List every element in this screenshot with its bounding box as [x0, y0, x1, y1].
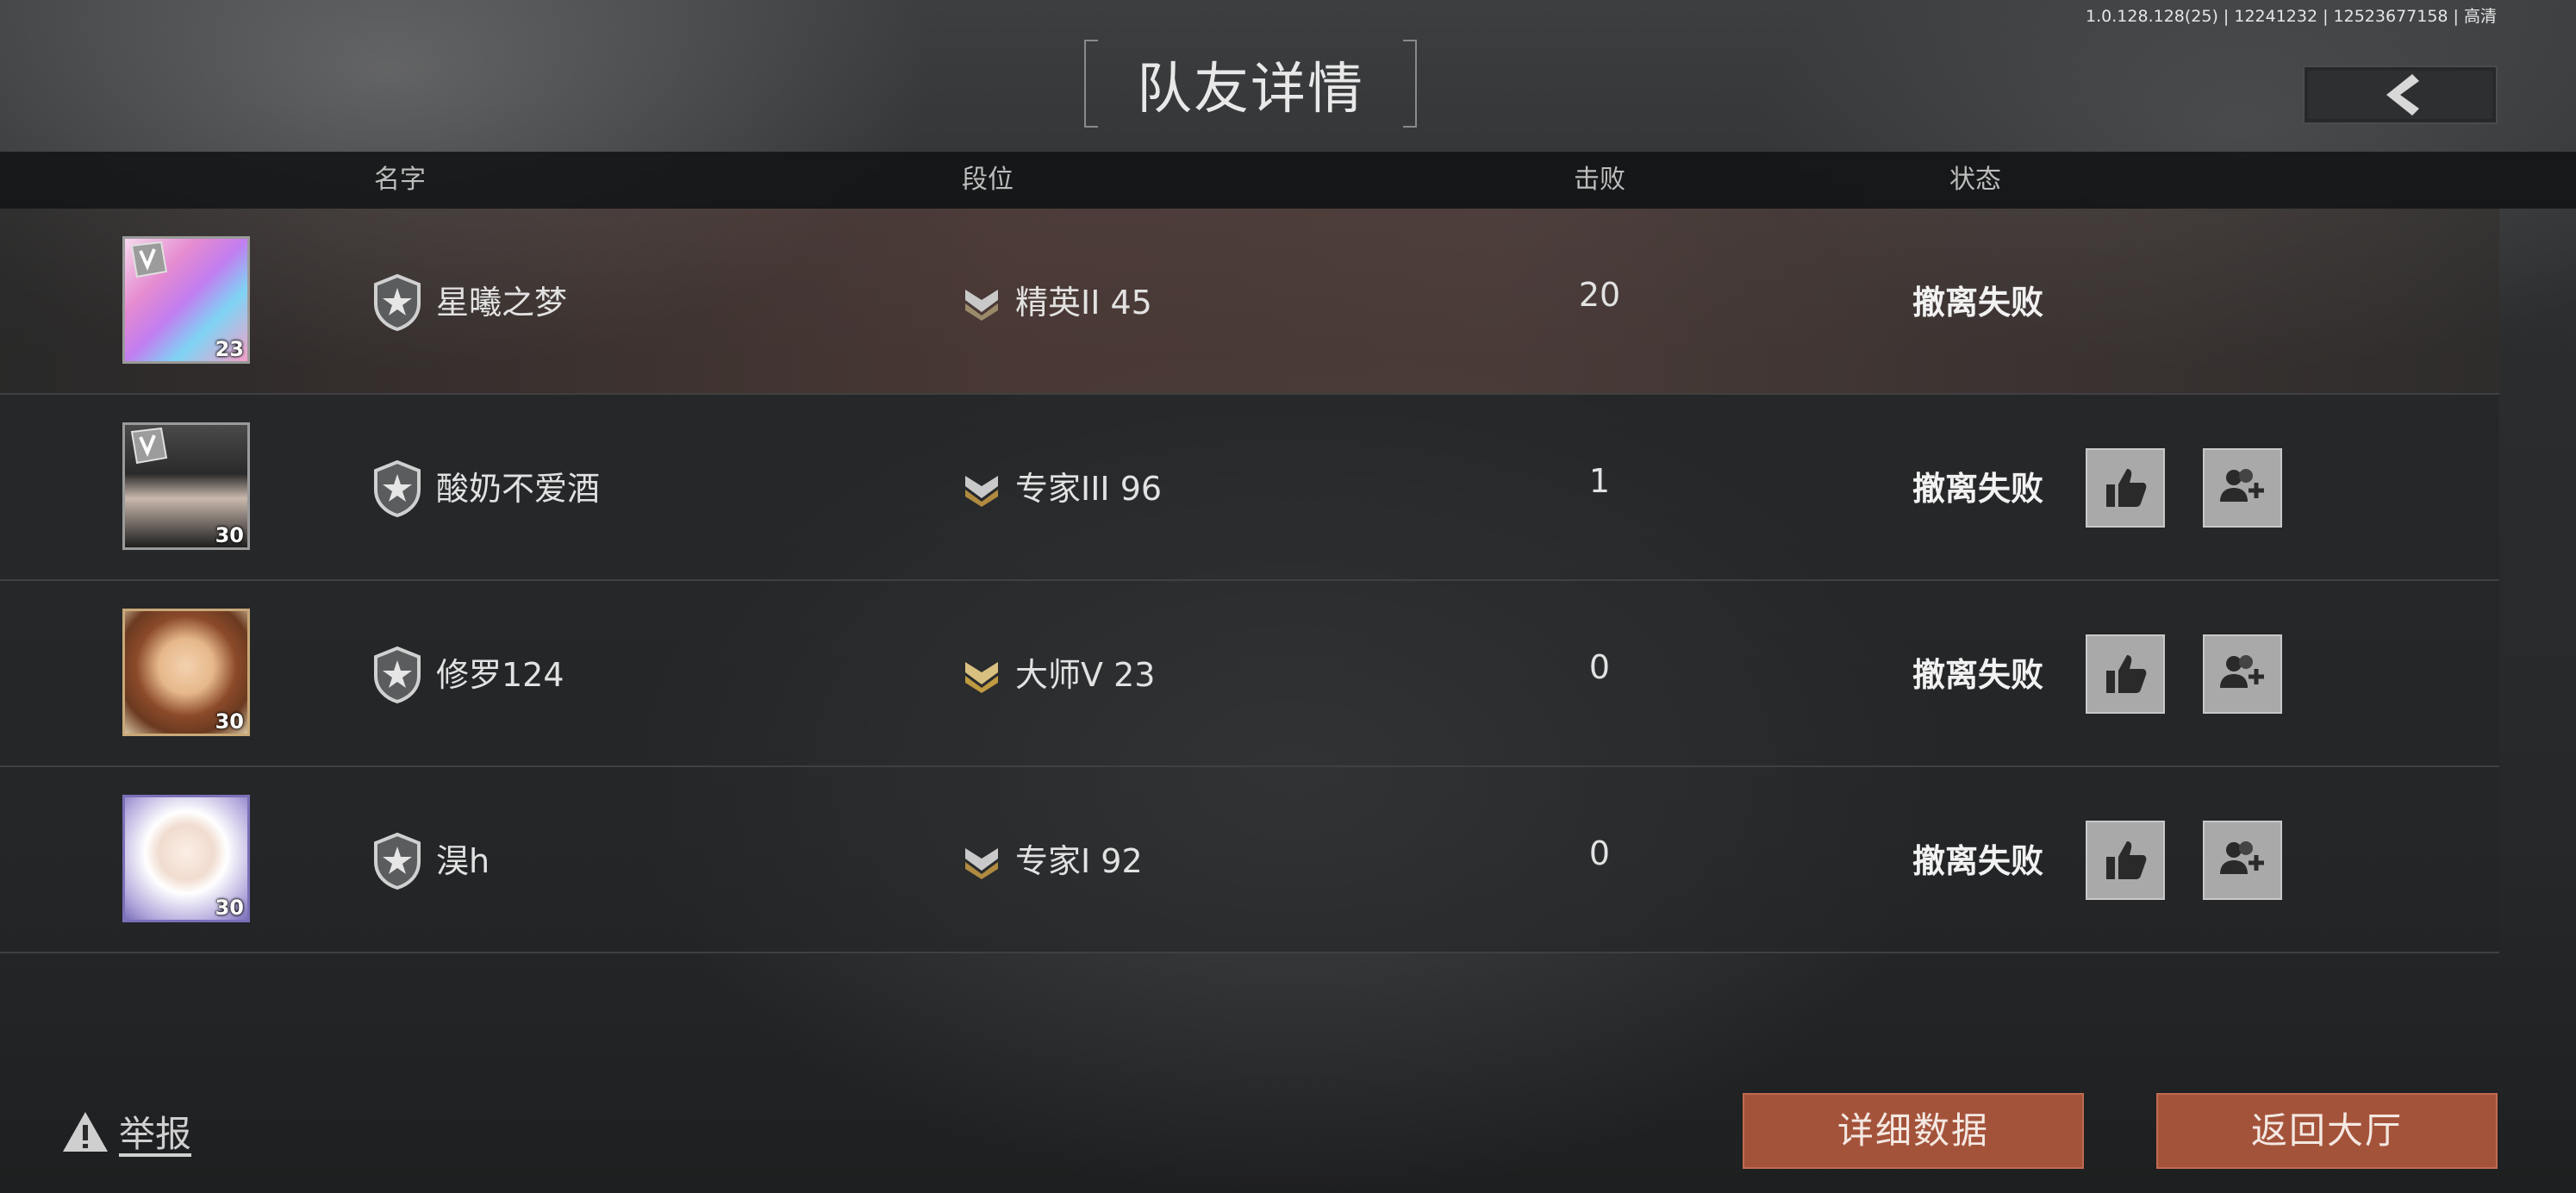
rank-chevron-icon — [965, 476, 998, 507]
table-row: 30 酸奶不爱酒 专家III 96 1 撤离失败 — [0, 395, 2499, 581]
avatar-level: 23 — [215, 337, 244, 361]
like-button[interactable] — [2086, 448, 2165, 528]
add-friend-button[interactable] — [2203, 634, 2282, 714]
add-friend-icon — [2220, 469, 2264, 502]
table-row: 23 星曦之梦 精英II 45 20 撤离失败 — [0, 209, 2499, 395]
back-button[interactable] — [2303, 66, 2498, 124]
like-button[interactable] — [2086, 634, 2165, 714]
like-button[interactable] — [2086, 821, 2165, 900]
avatar[interactable]: 30 — [122, 609, 250, 736]
star-shield-icon — [374, 646, 421, 703]
column-header-name: 名字 — [374, 165, 426, 195]
add-friend-button[interactable] — [2203, 448, 2282, 528]
player-rank: 专家III 96 — [1015, 470, 1163, 508]
avatar-level: 30 — [215, 523, 244, 547]
chevron-left-icon — [2386, 74, 2419, 116]
player-kills: 1 — [1588, 462, 1611, 500]
thumbs-up-icon — [2106, 655, 2147, 693]
column-header-kills: 击败 — [1574, 165, 1625, 195]
player-name[interactable]: 修罗124 — [436, 648, 564, 696]
star-shield-icon — [374, 460, 421, 517]
thumbs-up-icon — [2106, 841, 2147, 879]
add-friend-icon — [2220, 655, 2264, 688]
player-kills: 0 — [1588, 648, 1611, 686]
vip-badge-icon — [130, 240, 168, 278]
title-frame: 队友详情 — [1084, 40, 1417, 128]
player-kills: 0 — [1588, 834, 1611, 872]
star-shield-icon — [374, 833, 421, 890]
column-header-status: 状态 — [1949, 165, 2001, 195]
player-name[interactable]: 淏h — [436, 834, 490, 882]
player-rank: 专家I 92 — [1015, 842, 1143, 880]
avatar-level: 30 — [215, 896, 244, 920]
player-name[interactable]: 酸奶不爱酒 — [436, 462, 600, 509]
player-status: 撤离失败 — [1912, 470, 2043, 508]
column-header-rank: 段位 — [962, 165, 1014, 195]
return-lobby-button[interactable]: 返回大厅 — [2156, 1093, 2498, 1169]
vip-badge-icon — [130, 427, 168, 465]
player-kills: 20 — [1578, 276, 1621, 314]
player-status: 撤离失败 — [1912, 656, 2043, 694]
page-title: 队友详情 — [1137, 58, 1364, 122]
avatar-level: 30 — [215, 709, 244, 734]
detail-data-button[interactable]: 详细数据 — [1743, 1093, 2084, 1169]
table-row: 30 淏h 专家I 92 0 撤离失败 — [0, 767, 2499, 953]
thumbs-up-icon — [2106, 469, 2147, 507]
star-shield-icon — [374, 274, 421, 331]
add-friend-icon — [2220, 841, 2264, 874]
player-rank: 大师V 23 — [1015, 656, 1156, 694]
table-header: 名字 段位 击败 状态 — [0, 152, 2576, 209]
avatar[interactable]: 30 — [122, 795, 250, 922]
player-rank: 精英II 45 — [1015, 284, 1152, 322]
report-label: 举报 — [119, 1113, 192, 1155]
avatar[interactable]: 30 — [122, 422, 250, 550]
version-info: 1.0.128.128(25) | 12241232 | 12523677158… — [2086, 7, 2497, 26]
rank-chevron-icon — [965, 662, 998, 693]
rank-chevron-icon — [965, 290, 998, 321]
player-name[interactable]: 星曦之梦 — [436, 276, 567, 323]
report-link[interactable]: 举报 — [60, 1105, 191, 1158]
player-status: 撤离失败 — [1912, 842, 2043, 880]
warning-icon — [63, 1111, 108, 1152]
add-friend-button[interactable] — [2203, 821, 2282, 900]
avatar[interactable]: 23 — [122, 236, 250, 364]
player-status: 撤离失败 — [1912, 284, 2043, 322]
rank-chevron-icon — [965, 848, 998, 879]
table-row: 30 修罗124 大师V 23 0 撤离失败 — [0, 581, 2499, 767]
